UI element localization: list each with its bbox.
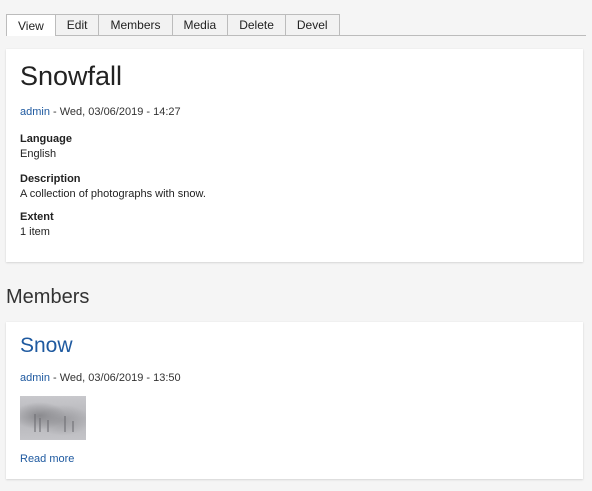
tab-media[interactable]: Media bbox=[171, 14, 229, 35]
field-extent: Extent 1 item bbox=[20, 210, 54, 240]
tab-devel[interactable]: Devel bbox=[284, 14, 340, 35]
tab-edit[interactable]: Edit bbox=[54, 14, 100, 35]
thumbnail-tree-shape bbox=[72, 421, 74, 432]
thumbnail-tree-shape bbox=[34, 414, 36, 432]
member-teaser: Snow admin - Wed, 03/06/2019 - 13:50 Rea… bbox=[6, 322, 583, 479]
thumbnail-tree-shape bbox=[47, 420, 49, 432]
field-description: Description A collection of photographs … bbox=[20, 172, 206, 202]
tab-delete[interactable]: Delete bbox=[227, 14, 286, 35]
field-language-label: Language bbox=[20, 133, 72, 145]
local-tasks-tabs: View Edit Members Media Delete Devel bbox=[6, 13, 586, 36]
page: View Edit Members Media Delete Devel Sno… bbox=[0, 0, 592, 491]
member-thumbnail-image[interactable] bbox=[20, 396, 86, 440]
field-language-value: English bbox=[20, 148, 57, 160]
thumbnail-tree-shape bbox=[39, 418, 41, 432]
field-description-label: Description bbox=[20, 173, 81, 185]
submitted-info: admin - Wed, 03/06/2019 - 14:27 bbox=[20, 106, 181, 118]
members-heading: Members bbox=[6, 286, 90, 308]
field-extent-label: Extent bbox=[20, 211, 54, 223]
field-extent-value: 1 item bbox=[20, 226, 50, 238]
node-card: Snowfall admin - Wed, 03/06/2019 - 14:27… bbox=[6, 49, 583, 262]
field-description-value: A collection of photographs with snow. bbox=[20, 188, 206, 200]
member-author-link[interactable]: admin bbox=[20, 372, 50, 384]
member-submitted-info: admin - Wed, 03/06/2019 - 13:50 bbox=[20, 372, 181, 384]
member-title-link[interactable]: Snow bbox=[20, 334, 73, 358]
read-more-link[interactable]: Read more bbox=[20, 453, 74, 465]
page-title: Snowfall bbox=[20, 61, 123, 91]
author-link[interactable]: admin bbox=[20, 106, 50, 118]
tab-view[interactable]: View bbox=[6, 14, 56, 36]
member-submitted-date: - Wed, 03/06/2019 - 13:50 bbox=[49, 372, 181, 384]
submitted-date: - Wed, 03/06/2019 - 14:27 bbox=[49, 106, 181, 118]
thumbnail-tree-shape bbox=[64, 416, 66, 432]
field-language: Language English bbox=[20, 132, 72, 162]
tab-members[interactable]: Members bbox=[98, 14, 173, 35]
